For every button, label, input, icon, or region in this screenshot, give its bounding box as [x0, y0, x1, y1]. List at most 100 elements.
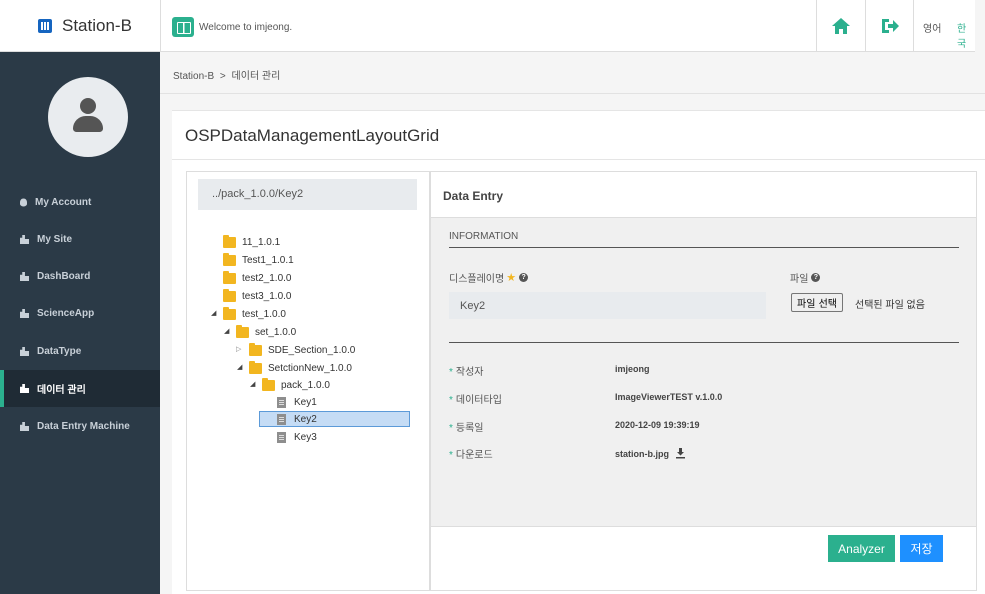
data-entry-footer: Analyzer 저장	[431, 526, 976, 590]
information-heading: INFORMATION	[449, 231, 519, 242]
folder-icon	[249, 360, 262, 374]
breadcrumb-separator: >	[219, 71, 226, 82]
expanded-arrow-icon[interactable]: ◢	[211, 309, 216, 317]
bullet-icon: *	[449, 367, 453, 378]
sidebar-item-data-management[interactable]: 데이터 관리	[0, 370, 160, 407]
tree-node[interactable]: ◢ pack_1.0.0	[250, 377, 330, 393]
folder-icon	[223, 252, 236, 266]
meta-datatype-value: ImageViewerTEST v.1.0.0	[615, 392, 723, 402]
folder-icon	[223, 306, 236, 320]
display-name-label: 디스플레이명 ★ ?	[449, 270, 529, 285]
tree-node[interactable]: ◢ set_1.0.0	[224, 324, 296, 340]
expanded-arrow-icon[interactable]: ◢	[250, 380, 255, 388]
meta-author-label: * 작성자	[449, 367, 484, 378]
meta-date-value: 2020-12-09 19:39:19	[615, 420, 700, 430]
file-icon	[277, 396, 286, 408]
tree-node[interactable]: ◢ SetctionNew_1.0.0	[237, 360, 352, 376]
folder-icon	[249, 342, 262, 356]
lang-english-link[interactable]: 영어	[923, 20, 941, 35]
breadcrumb-home-link[interactable]: Station-B	[173, 71, 214, 82]
user-icon	[20, 198, 27, 207]
folder-icon	[262, 377, 275, 391]
save-button[interactable]: 저장	[900, 535, 943, 562]
sidebar-item-data-entry-machine[interactable]: Data Entry Machine	[0, 408, 160, 445]
page-title: OSPDataManagementLayoutGrid	[185, 126, 440, 145]
home-icon	[831, 17, 850, 34]
sidebar-toggle-icon[interactable]	[172, 17, 194, 37]
avatar[interactable]	[48, 77, 128, 157]
data-tree: ../pack_1.0.0/Key2 11_1.0.1 Test1_1.0.1 …	[186, 171, 430, 591]
download-file-link[interactable]: station-b.jpg	[615, 449, 669, 459]
sidebar-item-scienceapp[interactable]: ScienceApp	[0, 295, 160, 332]
data-entry-title: Data Entry	[443, 189, 504, 203]
sidebar-item-label: 데이터 관리	[37, 385, 86, 396]
sidebar-item-my-account[interactable]: My Account	[0, 184, 160, 221]
folder-icon	[223, 270, 236, 284]
logout-button[interactable]	[865, 0, 913, 51]
bullet-icon: *	[449, 395, 453, 406]
breadcrumb: Station-B > 데이터 관리	[160, 52, 985, 94]
expanded-arrow-icon[interactable]: ◢	[224, 327, 229, 335]
sidebar-item-label: My Site	[37, 234, 73, 245]
analyzer-button[interactable]: Analyzer	[828, 535, 895, 562]
file-select-button[interactable]: 파일 선택	[791, 293, 843, 312]
tree-node[interactable]: Key3	[277, 429, 317, 445]
meta-download-row[interactable]: station-b.jpg	[615, 448, 686, 459]
required-star-icon: ★	[506, 272, 517, 284]
sidebar-item-my-site[interactable]: My Site	[0, 221, 160, 258]
collapsed-arrow-icon[interactable]: ▷	[236, 345, 241, 353]
sidebar-item-label: DataType	[37, 346, 82, 357]
lang-korean-link[interactable]: 한국	[957, 20, 975, 50]
folder-icon	[236, 324, 249, 338]
sitemap-icon	[20, 384, 29, 393]
tree-node-selected[interactable]: Key2	[259, 411, 410, 427]
tree-node[interactable]: test2_1.0.0	[223, 270, 291, 286]
brand-header[interactable]: Station-B	[0, 0, 160, 52]
display-name-field[interactable]	[449, 292, 766, 319]
logout-icon	[881, 18, 899, 33]
download-icon[interactable]	[675, 448, 686, 459]
divider	[449, 342, 959, 343]
sidebar-item-datatype[interactable]: DataType	[0, 333, 160, 370]
user-icon	[80, 98, 96, 114]
breadcrumb-current: 데이터 관리	[231, 71, 281, 82]
meta-author-value: imjeong	[615, 364, 650, 374]
data-entry-header: Data Entry	[431, 172, 976, 218]
tree-path-field: ../pack_1.0.0/Key2	[198, 179, 417, 210]
tree-node[interactable]: test3_1.0.0	[223, 288, 291, 304]
bullet-icon: *	[449, 450, 453, 461]
tree-node[interactable]: ◢ test_1.0.0	[211, 306, 286, 322]
sidebar-item-label: My Account	[35, 197, 92, 208]
folder-icon	[223, 288, 236, 302]
brand-title: Station-B	[62, 15, 132, 35]
file-status-text: 선택된 파일 없음	[855, 300, 925, 311]
sitemap-icon	[20, 272, 29, 281]
meta-datatype-label: * 데이터타입	[449, 395, 502, 406]
sidebar-item-label: ScienceApp	[37, 308, 95, 319]
meta-download-label: * 다운로드	[449, 450, 493, 461]
sidebar: My Account My Site DashBoard ScienceApp …	[0, 52, 160, 594]
sidebar-item-label: DashBoard	[37, 271, 91, 282]
file-icon	[277, 431, 286, 443]
file-icon	[277, 413, 286, 425]
top-bar: Welcome to imjeong. 영어 한국	[160, 0, 975, 52]
meta-date-label: * 등록일	[449, 423, 484, 434]
divider	[449, 247, 959, 248]
file-label: 파일 ?	[790, 270, 821, 285]
station-logo-icon	[38, 18, 52, 33]
sidebar-item-label: Data Entry Machine	[37, 421, 130, 432]
sidebar-item-dashboard[interactable]: DashBoard	[0, 258, 160, 295]
welcome-text: Welcome to imjeong.	[199, 22, 293, 33]
tree-node[interactable]: Key1	[277, 394, 317, 410]
bullet-icon: *	[449, 423, 453, 434]
home-button[interactable]	[816, 0, 864, 51]
sitemap-icon	[20, 422, 29, 431]
tree-node[interactable]: 11_1.0.1	[223, 234, 280, 250]
sitemap-icon	[20, 347, 29, 356]
expanded-arrow-icon[interactable]: ◢	[237, 363, 242, 371]
help-icon[interactable]: ?	[519, 273, 529, 282]
folder-icon	[223, 234, 236, 248]
help-icon[interactable]: ?	[811, 273, 821, 282]
tree-node[interactable]: Test1_1.0.1	[223, 252, 294, 268]
tree-node[interactable]: ▷ SDE_Section_1.0.0	[236, 342, 355, 358]
